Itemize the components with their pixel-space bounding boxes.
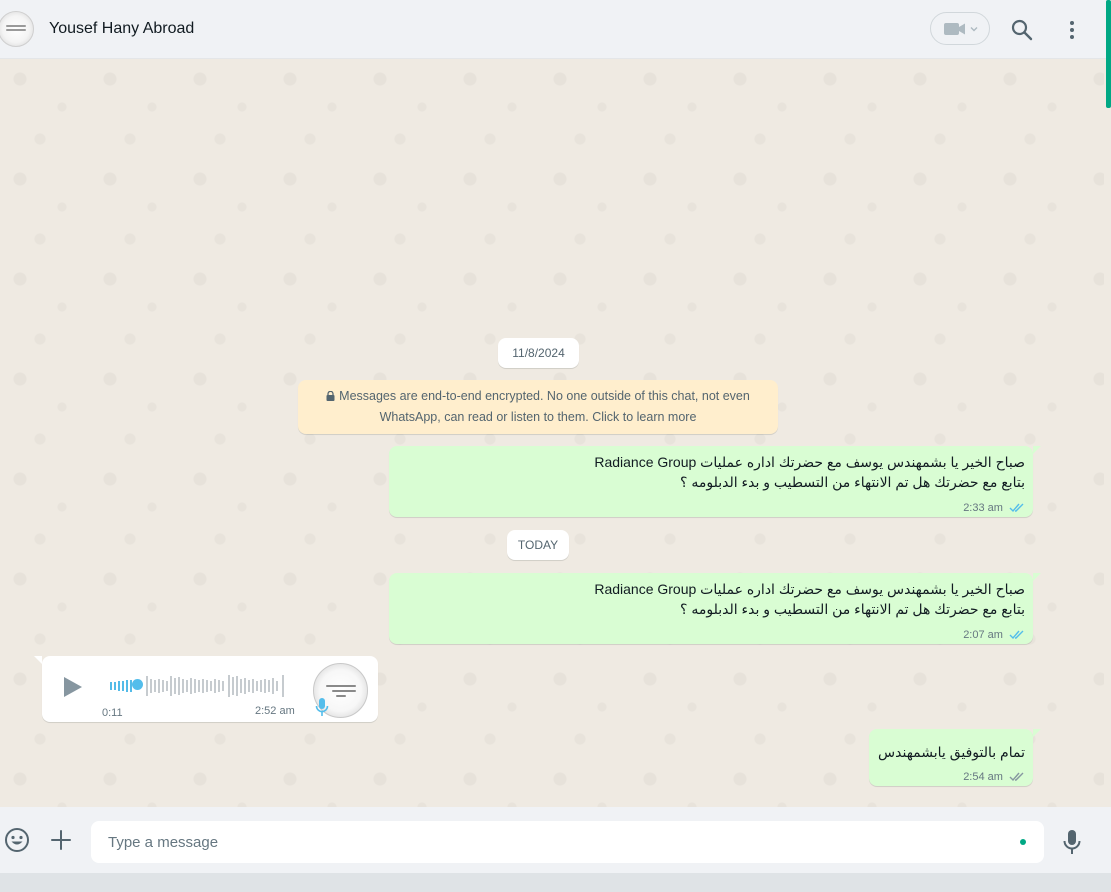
message-meta: 2:54 am	[963, 771, 1025, 783]
message-text: صباح الخير يا بشمهندس يوسف مع حضرتك ادار…	[594, 454, 1025, 490]
play-button[interactable]	[62, 675, 84, 704]
encryption-line-1: Messages are end-to-end encrypted. No on…	[298, 386, 778, 407]
read-ticks-icon	[1009, 772, 1024, 782]
microphone-icon	[1063, 830, 1081, 854]
read-ticks-icon	[1009, 630, 1024, 640]
menu-button[interactable]	[1062, 19, 1082, 46]
search-icon	[1011, 19, 1033, 41]
encryption-notice[interactable]: Messages are end-to-end encrypted. No on…	[298, 380, 778, 434]
chat-header: Yousef Hany Abroad	[0, 0, 1111, 59]
video-camera-icon	[944, 23, 978, 35]
video-call-button[interactable]	[930, 12, 990, 45]
message-meta: 2:07 am	[963, 629, 1025, 641]
attach-button[interactable]	[50, 829, 72, 856]
read-ticks-icon	[1009, 503, 1024, 513]
voice-duration: 0:11	[102, 707, 123, 719]
plus-icon	[51, 830, 71, 850]
message-meta: 2:33 am	[963, 502, 1025, 514]
encryption-line-2: WhatsApp, can read or listen to them. Cl…	[379, 410, 697, 424]
chat-panel[interactable]: 11/8/2024 Messages are end-to-end encryp…	[0, 59, 1104, 807]
input-status-dot	[1020, 839, 1026, 845]
voice-record-button[interactable]	[1063, 829, 1081, 860]
emoji-button[interactable]	[4, 827, 30, 858]
outgoing-message[interactable]: صباح الخير يا بشمهندس يوسف مع حضرتك ادار…	[389, 446, 1041, 517]
avatar-image	[326, 682, 356, 700]
message-input[interactable]	[91, 821, 1044, 863]
play-icon	[64, 677, 82, 697]
lock-icon	[326, 391, 335, 401]
contact-name[interactable]: Yousef Hany Abroad	[49, 20, 194, 38]
microphone-icon	[315, 698, 329, 716]
outgoing-message[interactable]: تمام بالتوفيق يابشمهندس 2:54 am	[869, 729, 1041, 786]
avatar-image	[4, 23, 28, 35]
search-button[interactable]	[1011, 19, 1033, 46]
incoming-voice-message[interactable]: 0:11 2:52 am	[34, 656, 378, 722]
message-time: 2:52 am	[255, 705, 295, 717]
composer-bar	[0, 807, 1111, 873]
message-time: 2:54 am	[963, 771, 1003, 783]
voice-mic-badge	[315, 697, 329, 722]
emoji-icon	[5, 828, 29, 852]
contact-avatar[interactable]	[0, 11, 34, 47]
window-bottom-strip	[0, 873, 1111, 892]
date-divider: 11/8/2024	[498, 338, 579, 368]
kebab-menu-icon	[1070, 21, 1074, 39]
scrollbar-thumb[interactable]	[1106, 0, 1111, 108]
outgoing-message[interactable]: صباح الخير يا بشمهندس يوسف مع حضرتك ادار…	[389, 573, 1041, 644]
message-time: 2:07 am	[963, 629, 1003, 641]
date-divider: TODAY	[507, 530, 569, 560]
message-text: تمام بالتوفيق يابشمهندس	[878, 744, 1025, 760]
message-text: صباح الخير يا بشمهندس يوسف مع حضرتك ادار…	[594, 581, 1025, 617]
playback-slider-handle[interactable]	[132, 679, 143, 690]
message-time: 2:33 am	[963, 502, 1003, 514]
